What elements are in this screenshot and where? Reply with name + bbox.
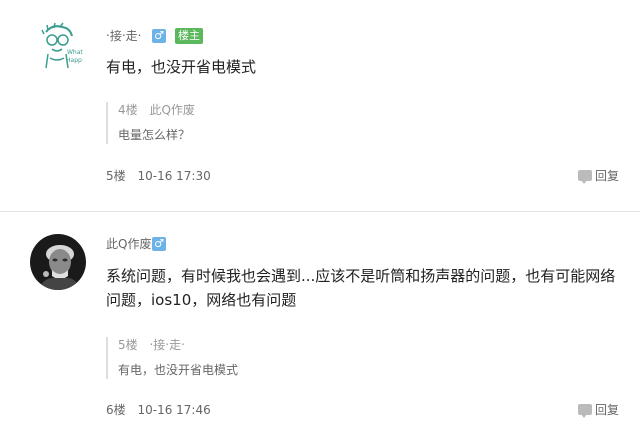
timestamp: 10-16 17:46 [137,403,211,417]
avatar[interactable]: What Happen? [30,18,86,74]
quote-text: 有电，也没开省电模式 [118,363,239,377]
comment-content: 有电，也没开省电模式 [106,58,257,76]
reply-button[interactable]: 回复 [578,168,619,184]
comment-bubble-icon [578,170,592,184]
floor-number: 5楼 [106,169,126,183]
quote-floor: 4楼 [118,103,138,117]
username[interactable]: ‧接‧走‧ [106,28,141,44]
floor-number: 6楼 [106,403,126,417]
bw-portrait-avatar-icon [30,234,86,290]
reply-button[interactable]: 回复 [578,402,619,418]
quoted-reply: 5楼 ‧接‧走‧ 有电，也没开省电模式 [106,337,238,379]
reply-label: 回复 [595,169,620,183]
quote-username[interactable]: ‧接‧走‧ [149,338,184,352]
cartoon-sketch-avatar-icon: What Happen? [30,18,86,74]
host-badge: 楼主 [175,28,203,44]
post-meta: 6楼 10-16 17:46 [106,402,219,418]
reply-label: 回复 [595,403,620,417]
quote-text: 电量怎么样？ [118,128,191,142]
username[interactable]: 此Q作废 [106,236,151,252]
comment-content: 系统问题，有时候我也会遇到...应该不是听筒和扬声器的问题，也有可能网络问题，i… [106,267,616,309]
post-meta: 5楼 10-16 17:30 [106,168,219,184]
svg-text:What: What [67,49,83,56]
quote-meta: 4楼 此Q作废 [118,102,203,118]
avatar[interactable] [30,234,86,290]
svg-text:Happen?: Happen? [66,57,86,64]
quote-username[interactable]: 此Q作废 [149,103,194,117]
male-gender-icon: ♂ [152,237,166,251]
quoted-reply: 4楼 此Q作废 电量怎么样？ [106,102,203,144]
comment-bubble-icon [578,404,592,418]
timestamp: 10-16 17:30 [137,169,211,183]
comment-post: What Happen? ‧接‧走‧ ♂ 楼主 有电，也没开省电模式 4楼 此Q… [0,0,640,212]
comment-post: 此Q作废 ♂ 系统问题，有时候我也会遇到...应该不是听筒和扬声器的问题，也有可… [0,212,640,425]
quote-meta: 5楼 ‧接‧走‧ [118,337,238,353]
quote-floor: 5楼 [118,338,138,352]
male-gender-icon: ♂ [152,29,166,43]
